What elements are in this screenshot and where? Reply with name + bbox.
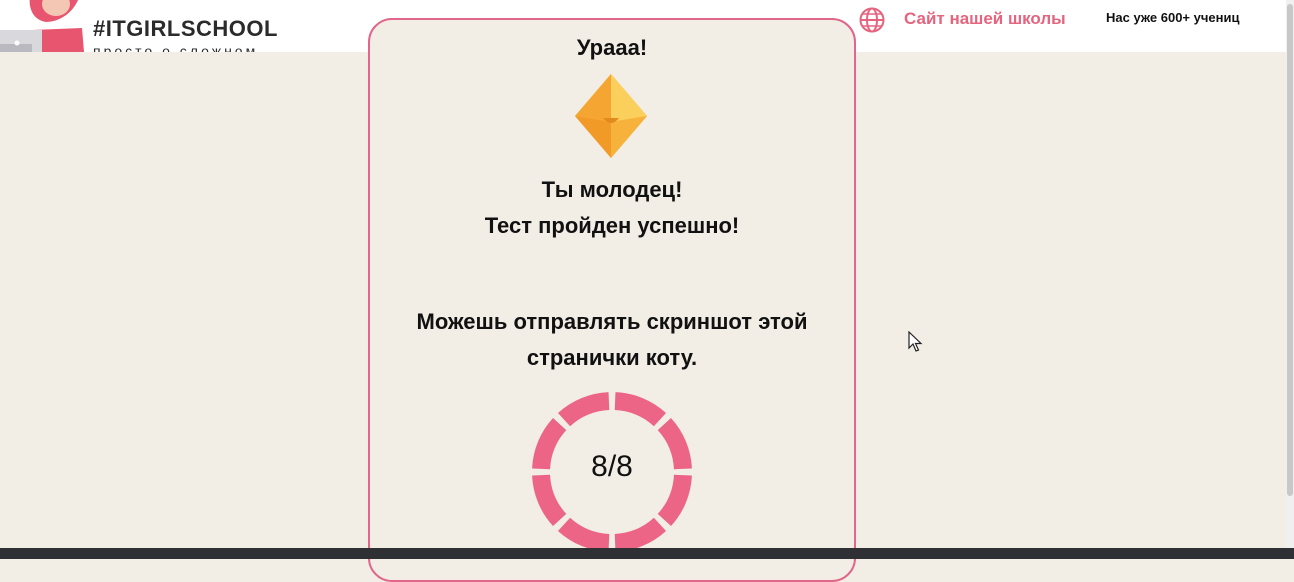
- score-ring-segment: [614, 392, 667, 427]
- result-title: Урааа!: [576, 35, 648, 60]
- bottom-bar: [0, 548, 1294, 559]
- test-passed-text: Тест пройден успешно!: [484, 213, 740, 238]
- result-card: Урааа! Ты молодец! Тест пройден успешно!…: [368, 18, 856, 582]
- globe-icon[interactable]: [858, 6, 886, 34]
- logo-girl-illustration[interactable]: [0, 0, 90, 52]
- school-site-link[interactable]: Сайт нашей школы: [904, 9, 1066, 29]
- score-ring-segment: [557, 517, 610, 552]
- mouse-cursor-icon: [908, 331, 923, 352]
- score-text: 8/8: [591, 450, 633, 483]
- logo-tagline: просто о сложном: [93, 44, 259, 52]
- screenshot-hint-line1: Можешь отправлять скриншот этой: [416, 309, 808, 334]
- score-ring-segment: [557, 392, 610, 427]
- students-count-text: Нас уже 600+ учениц: [1106, 10, 1240, 25]
- screenshot-hint-line2: странички коту.: [526, 345, 698, 370]
- score-ring-segment: [614, 517, 667, 552]
- logo-title[interactable]: #ITGIRLSCHOOL: [93, 16, 278, 42]
- crystal-icon: [575, 74, 647, 158]
- scrollbar-thumb[interactable]: [1287, 4, 1293, 496]
- congrats-text: Ты молодец!: [541, 177, 683, 202]
